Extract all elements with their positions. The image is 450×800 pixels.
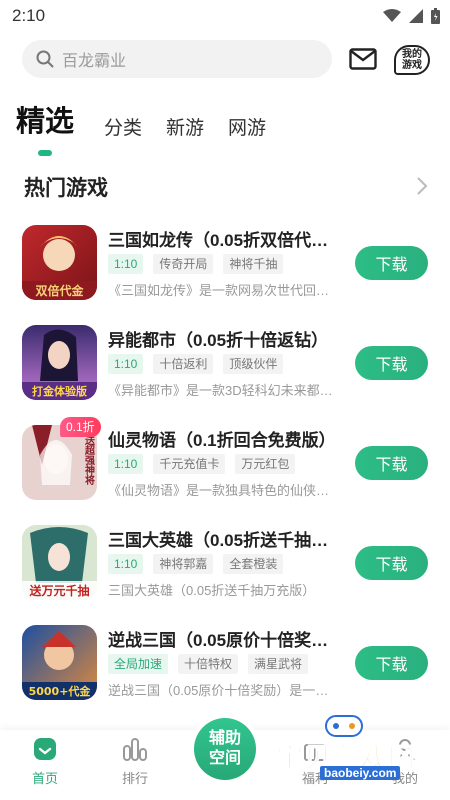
tab-category[interactable]: 分类: [104, 113, 142, 140]
game-tag: 满星武将: [248, 654, 309, 674]
game-name: 仙灵物语（0.1折回合免费版）: [108, 431, 336, 450]
game-icon[interactable]: 双倍代金: [22, 225, 97, 300]
game-tags: 1:10 传奇开局 神将千抽: [108, 254, 284, 274]
game-description: 《异能都市》是一款3D轻科幻未来都市题材手游: [108, 383, 340, 398]
game-tag: 十倍特权: [178, 654, 239, 674]
tab-new-games-label: 新游: [166, 118, 205, 139]
tab-active-indicator: [38, 150, 52, 156]
game-icon[interactable]: 送万元千抽: [22, 525, 97, 600]
status-time: 2:10: [12, 6, 46, 25]
assist-line-2: 空间: [208, 750, 241, 767]
signal-icon: [409, 9, 423, 23]
game-tags: 1:10 十倍返利 顶级伙伴: [108, 354, 284, 374]
game-row[interactable]: 送万元千抽 三国大英雄（0.05折送千抽万充版） 1:10 神将郭嘉 全套橙装 …: [0, 518, 450, 618]
my-games-icon: [394, 45, 430, 75]
game-tag: 全局加速: [108, 654, 169, 674]
download-button[interactable]: 下载: [355, 446, 428, 480]
search-icon: [36, 50, 54, 68]
home-icon: [34, 738, 56, 760]
game-tag: 1:10: [108, 454, 144, 474]
discount-badge: 0.1折: [60, 417, 101, 437]
game-tag: 万元红包: [235, 454, 296, 474]
nav-ranking-label: 排行: [121, 771, 148, 786]
game-tag: 顶级伙伴: [223, 354, 284, 374]
tab-online-games[interactable]: 网游: [228, 113, 266, 140]
search-bar[interactable]: 百龙霸业: [22, 40, 332, 78]
game-icon-caption: 送万元千抽: [28, 583, 89, 598]
game-tag: 千元充值卡: [153, 454, 226, 474]
game-list: 双倍代金 三国如龙传（0.05折双倍代金券） 1:10 传奇开局 神将千抽 《三…: [0, 218, 450, 718]
tab-featured[interactable]: 精选: [16, 98, 75, 156]
game-row[interactable]: 双倍代金 三国如龙传（0.05折双倍代金券） 1:10 传奇开局 神将千抽 《三…: [0, 218, 450, 318]
nav-home[interactable]: 首页: [15, 736, 75, 787]
status-icons: [383, 8, 440, 24]
nav-home-label: 首页: [31, 771, 58, 786]
game-name: 逆战三国（0.05原价十倍奖励）: [108, 631, 340, 650]
game-icon[interactable]: 5000+代金: [22, 625, 97, 700]
game-tags: 1:10 神将郭嘉 全套橙装: [108, 554, 284, 574]
game-description: 逆战三国（0.05原价十倍奖励）是一款三国手游: [108, 683, 340, 698]
section-title: 热门游戏: [24, 177, 108, 200]
watermark: 宝贝游戏网 baobeiy.com: [270, 712, 442, 782]
download-button[interactable]: 下载: [355, 546, 428, 580]
wifi-icon: [383, 9, 401, 22]
game-row[interactable]: 打金体验版 异能都市（0.05折十倍返钻） 1:10 十倍返利 顶级伙伴 《异能…: [0, 318, 450, 418]
tab-new-games[interactable]: 新游: [166, 113, 204, 140]
game-tag: 神将千抽: [223, 254, 284, 274]
game-row[interactable]: 5000+代金 逆战三国（0.05原价十倍奖励） 全局加速 十倍特权 满星武将 …: [0, 618, 450, 718]
game-description: 《三国如龙传》是一款网易次世代回合制三国手游: [108, 283, 340, 298]
game-row[interactable]: 0.1折 送超强神将 仙灵物语（0.1折回合免费版） 1:10 千元充值卡 万元…: [0, 417, 450, 518]
game-tags: 全局加速 十倍特权 满星武将: [108, 654, 309, 674]
status-bar: 2:10: [0, 0, 450, 32]
my-games-button[interactable]: 我的 游戏: [392, 42, 432, 78]
game-description: 《仙灵物语》是一款独具特色的仙侠回合手游: [108, 483, 340, 498]
game-tags: 1:10 千元充值卡 万元红包: [108, 454, 296, 474]
game-tag: 全套橙装: [223, 554, 284, 574]
download-button[interactable]: 下载: [355, 346, 428, 380]
assist-line-1: 辅助: [208, 730, 241, 747]
game-tag: 1:10: [108, 554, 144, 574]
download-button[interactable]: 下载: [355, 246, 428, 280]
category-tabs: 精选 分类 新游 网游: [16, 98, 290, 156]
mail-icon: [349, 48, 377, 70]
battery-icon: [431, 8, 440, 24]
game-icon-caption: 打金体验版: [32, 384, 87, 398]
game-tag: 1:10: [108, 354, 144, 374]
download-button[interactable]: 下载: [355, 646, 428, 680]
chevron-right-icon[interactable]: [416, 176, 428, 196]
game-name: 异能都市（0.05折十倍返钻）: [108, 331, 329, 350]
game-tag: 1:10: [108, 254, 144, 274]
tab-category-label: 分类: [104, 118, 143, 139]
assist-space-button[interactable]: 辅助 空间: [194, 718, 256, 780]
game-tag: 神将郭嘉: [153, 554, 214, 574]
game-name: 三国大英雄（0.05折送千抽万充版）: [108, 531, 340, 550]
ranking-icon: [123, 738, 147, 761]
game-description: 三国大英雄（0.05折送千抽万充版）: [108, 583, 316, 598]
tab-featured-label: 精选: [16, 106, 75, 138]
game-tag: 十倍返利: [153, 354, 214, 374]
message-button[interactable]: [348, 44, 378, 74]
game-tag: 传奇开局: [153, 254, 214, 274]
tab-online-games-label: 网游: [228, 118, 267, 139]
search-placeholder: 百龙霸业: [62, 53, 127, 70]
watermark-url: baobeiy.com: [320, 766, 401, 780]
nav-ranking[interactable]: 排行: [105, 736, 165, 787]
game-icon-caption: 双倍代金: [35, 283, 84, 298]
game-icon-caption: 5000+代金: [29, 684, 92, 698]
game-name: 三国如龙传（0.05折双倍代金券）: [108, 231, 340, 250]
game-icon[interactable]: 打金体验版: [22, 325, 97, 400]
